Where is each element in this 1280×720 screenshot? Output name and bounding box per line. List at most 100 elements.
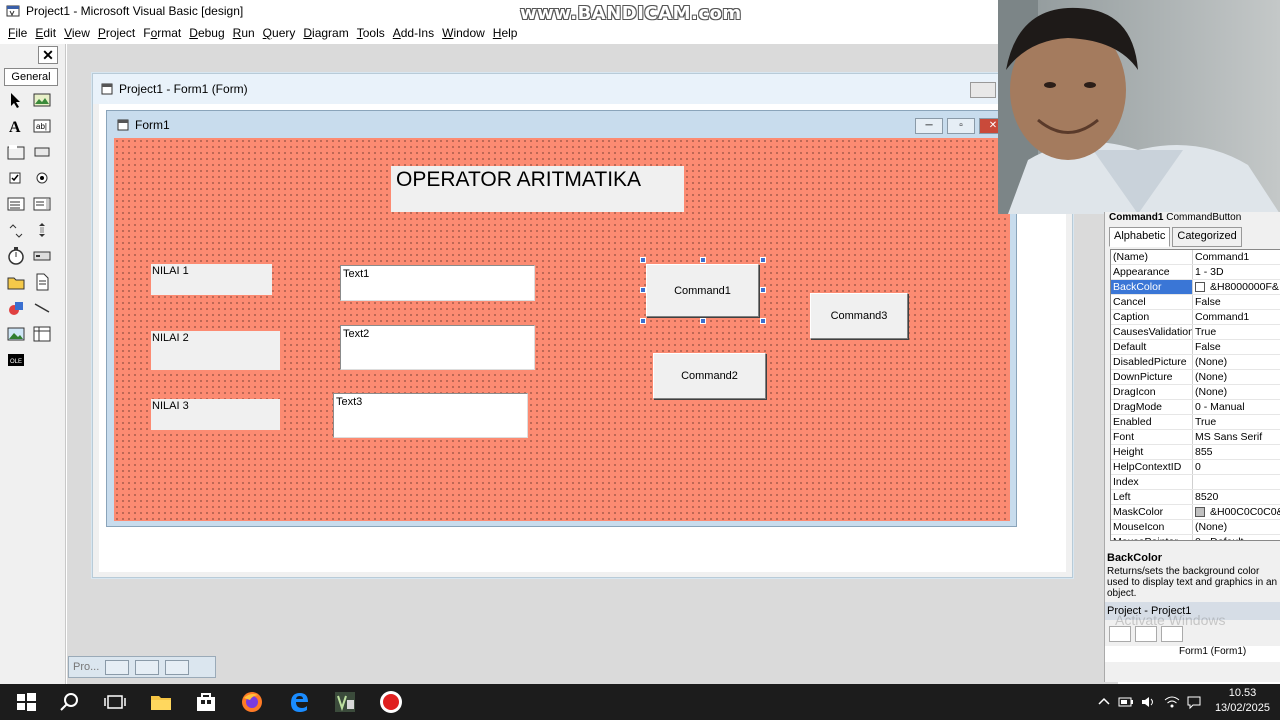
property-value[interactable]: (None) xyxy=(1193,370,1280,384)
notification-icon[interactable] xyxy=(1186,694,1202,710)
heading-label[interactable]: OPERATOR ARITMATIKA xyxy=(391,166,684,212)
property-value[interactable]: MS Sans Serif xyxy=(1193,430,1280,444)
property-value[interactable]: 0 xyxy=(1193,460,1280,474)
property-row[interactable]: MousePointer0 - Default xyxy=(1111,535,1280,540)
property-row[interactable]: DragMode 0 - Manual xyxy=(1111,400,1280,415)
menu-item[interactable]: Edit xyxy=(31,26,60,40)
property-row[interactable]: DragIcon (None) xyxy=(1111,385,1280,400)
property-row[interactable]: MouseIcon (None) xyxy=(1111,520,1280,535)
property-value[interactable]: (None) xyxy=(1193,385,1280,399)
volume-icon[interactable] xyxy=(1140,694,1156,710)
property-value[interactable]: &H00C0C0C0& xyxy=(1193,505,1280,519)
property-value[interactable]: &H8000000F& xyxy=(1193,280,1280,294)
form-minimize-button[interactable]: ─ xyxy=(915,118,943,134)
store-icon[interactable] xyxy=(194,690,218,714)
wifi-icon[interactable] xyxy=(1164,694,1180,710)
restore-button[interactable] xyxy=(105,659,130,675)
property-value[interactable]: (None) xyxy=(1193,520,1280,534)
hscrollbar-icon[interactable] xyxy=(6,220,26,240)
property-row[interactable]: Index xyxy=(1111,475,1280,490)
property-row[interactable]: DownPicture (None) xyxy=(1111,370,1280,385)
minimized-project-window[interactable]: Pro... xyxy=(68,656,216,678)
menu-item[interactable]: View xyxy=(60,26,94,40)
command1-button[interactable]: Command1 xyxy=(646,264,759,317)
frame-icon[interactable] xyxy=(6,142,26,162)
drivelistbox-icon[interactable] xyxy=(32,246,52,266)
textbox-text3[interactable]: Text3 xyxy=(333,393,528,438)
toolbox-general-tab[interactable]: General xyxy=(4,68,58,86)
property-value[interactable] xyxy=(1193,475,1280,489)
property-value[interactable]: Command1 xyxy=(1193,250,1280,264)
selection-handle[interactable] xyxy=(760,257,766,263)
property-value[interactable]: 1 - 3D xyxy=(1193,265,1280,279)
property-value[interactable]: True xyxy=(1193,325,1280,339)
selection-handle[interactable] xyxy=(700,318,706,324)
toolbox-close-button[interactable]: ✕ xyxy=(38,46,58,64)
property-row[interactable]: HelpContextID 0 xyxy=(1111,460,1280,475)
combobox-icon[interactable] xyxy=(6,194,26,214)
tab-alphabetic[interactable]: Alphabetic xyxy=(1109,227,1171,247)
command3-button[interactable]: Command3 xyxy=(810,293,908,339)
menu-item[interactable]: Help xyxy=(489,26,522,40)
property-value[interactable]: False xyxy=(1193,295,1280,309)
task-view-icon[interactable] xyxy=(103,690,127,714)
listbox-icon[interactable] xyxy=(32,194,52,214)
property-row[interactable]: CausesValidation True xyxy=(1111,325,1280,340)
close-button[interactable] xyxy=(165,659,190,675)
label-nilai2[interactable]: NILAI 2 xyxy=(151,331,280,370)
command2-button[interactable]: Command2 xyxy=(653,353,766,399)
taskbar-clock[interactable]: 10.53 13/02/2025 xyxy=(1215,686,1270,716)
property-row[interactable]: Default False xyxy=(1111,340,1280,355)
menu-item[interactable]: Window xyxy=(438,26,489,40)
label-nilai3[interactable]: NILAI 3 xyxy=(151,399,280,430)
property-row[interactable]: Cancel False xyxy=(1111,295,1280,310)
textbox-icon[interactable]: ab| xyxy=(32,116,52,136)
image-icon[interactable] xyxy=(6,324,26,344)
selection-handle[interactable] xyxy=(760,318,766,324)
property-row[interactable]: MaskColor &H00C0C0C0& xyxy=(1111,505,1280,520)
picturebox-icon[interactable] xyxy=(32,90,52,110)
label-nilai1[interactable]: NILAI 1 xyxy=(151,264,272,295)
selection-handle[interactable] xyxy=(640,318,646,324)
selection-handle[interactable] xyxy=(640,257,646,263)
view-object-icon[interactable] xyxy=(1135,626,1157,642)
maximize-button[interactable] xyxy=(135,659,160,675)
menu-item[interactable]: File xyxy=(4,26,31,40)
property-value[interactable]: (None) xyxy=(1193,355,1280,369)
vscrollbar-icon[interactable] xyxy=(32,220,52,240)
property-value[interactable]: 0 - Manual xyxy=(1193,400,1280,414)
menu-item[interactable]: Tools xyxy=(353,26,389,40)
search-icon[interactable] xyxy=(58,690,82,714)
properties-object-selector[interactable]: Command1 CommandButton xyxy=(1105,212,1280,224)
tray-chevron-icon[interactable] xyxy=(1096,694,1112,710)
menu-item[interactable]: Add-Ins xyxy=(389,26,438,40)
property-row[interactable]: Caption Command1 xyxy=(1111,310,1280,325)
textbox-text2[interactable]: Text2 xyxy=(340,325,535,370)
form1-window[interactable]: Form1 ─ ▫ ✕ OPERATOR ARITMATIKA NILAI 1 … xyxy=(106,110,1017,527)
commandbutton-icon[interactable] xyxy=(32,142,52,162)
project-tree-item[interactable]: Form1 (Form1) xyxy=(1105,646,1280,662)
menu-item[interactable]: Query xyxy=(259,26,300,40)
vb6-icon[interactable] xyxy=(333,690,357,714)
property-row[interactable]: Left 8520 xyxy=(1111,490,1280,505)
selection-handle[interactable] xyxy=(700,257,706,263)
view-code-icon[interactable] xyxy=(1109,626,1131,642)
tab-categorized[interactable]: Categorized xyxy=(1172,227,1242,247)
property-value[interactable]: Command1 xyxy=(1193,310,1280,324)
filelistbox-icon[interactable] xyxy=(32,272,52,292)
battery-icon[interactable] xyxy=(1118,694,1134,710)
bandicam-record-icon[interactable] xyxy=(379,690,403,714)
property-row[interactable]: Font MS Sans Serif xyxy=(1111,430,1280,445)
menu-item[interactable]: Format xyxy=(139,26,185,40)
timer-icon[interactable] xyxy=(6,246,26,266)
toggle-folders-icon[interactable] xyxy=(1161,626,1183,642)
optionbutton-icon[interactable] xyxy=(32,168,52,188)
file-explorer-icon[interactable] xyxy=(149,690,173,714)
firefox-icon[interactable] xyxy=(240,690,264,714)
selection-handle[interactable] xyxy=(640,287,646,293)
property-value[interactable]: False xyxy=(1193,340,1280,354)
menu-item[interactable]: Project xyxy=(94,26,139,40)
property-row[interactable]: Height 855 xyxy=(1111,445,1280,460)
label-icon[interactable]: A xyxy=(6,116,26,136)
menu-item[interactable]: Run xyxy=(229,26,259,40)
